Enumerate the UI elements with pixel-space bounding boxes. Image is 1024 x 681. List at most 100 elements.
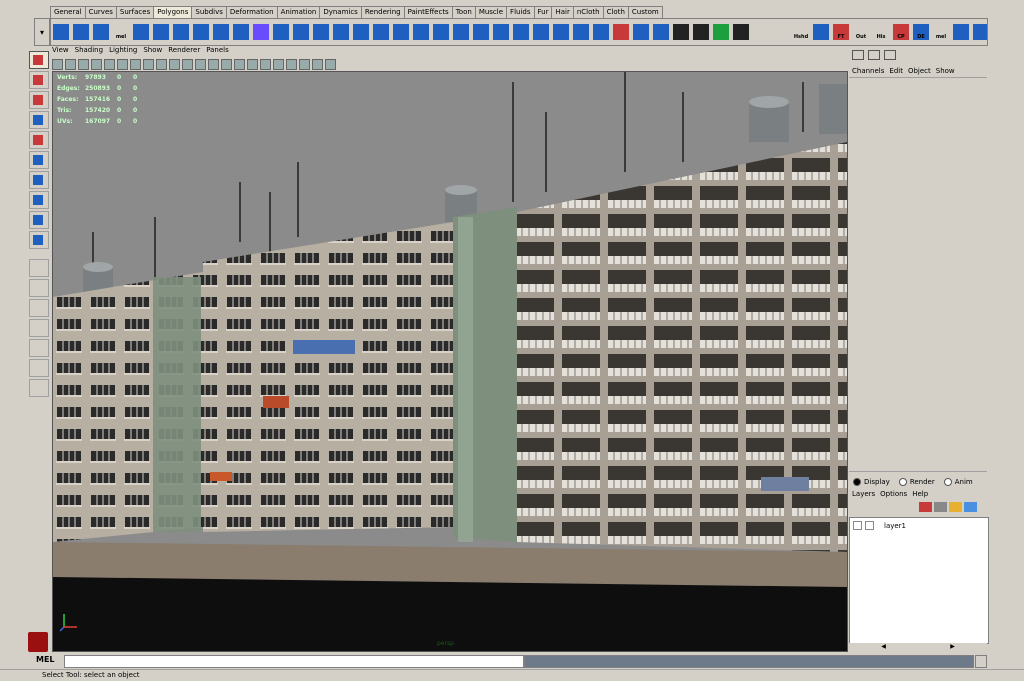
side-layout-icon[interactable]	[29, 299, 49, 317]
poly-cube-icon[interactable]	[73, 24, 89, 40]
poly-cylinder-icon[interactable]	[93, 24, 109, 40]
new-layer-icon[interactable]	[919, 502, 932, 512]
shelf-tab-polygons[interactable]: Polygons	[153, 6, 193, 18]
panel-tool-icon[interactable]	[260, 59, 271, 70]
ft-icon[interactable]: FT	[833, 24, 849, 40]
viewport-persp[interactable]: Verts: 97893 0 0 Edges: 250893 0 0 Faces: 157416 0…	[52, 71, 848, 652]
checker3-icon[interactable]	[713, 24, 729, 40]
insert-loop-icon[interactable]	[573, 24, 589, 40]
layer-type-box[interactable]	[865, 521, 874, 530]
layer-row[interactable]: layer1	[850, 521, 906, 530]
script-editor-button[interactable]	[975, 655, 987, 668]
bridge-icon[interactable]	[513, 24, 529, 40]
shelf-menu-button[interactable]: ▾	[34, 18, 50, 46]
append-icon[interactable]	[533, 24, 549, 40]
shelf-tab-cloth[interactable]: Cloth	[602, 6, 629, 18]
panel-tool-icon[interactable]	[169, 59, 180, 70]
show-manip-tool-icon[interactable]	[29, 211, 49, 229]
lasso-tool-icon[interactable]	[29, 71, 49, 89]
paint-layer-icon[interactable]	[949, 502, 962, 512]
panel-tool-icon[interactable]	[286, 59, 297, 70]
last-tool-icon[interactable]	[29, 231, 49, 249]
universal-manip-tool-icon[interactable]	[29, 171, 49, 189]
panel-tool-icon[interactable]	[195, 59, 206, 70]
soft-edge-icon[interactable]	[773, 24, 789, 40]
shelf-tab-fur[interactable]: Fur	[533, 6, 553, 18]
radio-display[interactable]	[853, 478, 861, 486]
panel-tool-icon[interactable]	[78, 59, 89, 70]
single-layout-icon[interactable]	[29, 259, 49, 277]
panel-tool-icon[interactable]	[156, 59, 167, 70]
panel-tool-icon[interactable]	[91, 59, 102, 70]
channel-menu-object[interactable]: Object	[908, 66, 931, 77]
layer-scrollbar[interactable]: ◀ ▶	[849, 643, 987, 652]
shelf-tab-rendering[interactable]: Rendering	[360, 6, 405, 18]
quadrangulate-icon[interactable]	[453, 24, 469, 40]
persp-hypershade-layout-icon[interactable]	[29, 359, 49, 377]
panel-tool-icon[interactable]	[52, 59, 63, 70]
checker2-icon[interactable]	[693, 24, 709, 40]
offset-loop-icon[interactable]	[593, 24, 609, 40]
poly-pipe-icon[interactable]	[193, 24, 209, 40]
channel-menu-edit[interactable]: Edit	[889, 66, 903, 77]
shelf-tab-hair[interactable]: Hair	[551, 6, 574, 18]
poly-plane-icon[interactable]	[173, 24, 189, 40]
panel-tool-icon[interactable]	[325, 59, 336, 70]
split-icon[interactable]	[553, 24, 569, 40]
panel-tool-icon[interactable]	[221, 59, 232, 70]
channel-menu-channels[interactable]: Channels	[852, 66, 884, 77]
rotate-tool-icon[interactable]	[29, 131, 49, 149]
radio-anim[interactable]	[943, 478, 952, 486]
mel2-icon[interactable]: mel	[933, 24, 949, 40]
layout-menu-icon[interactable]	[29, 379, 49, 397]
attr-editor-toggle-icon[interactable]	[868, 49, 880, 60]
layer-visibility-box[interactable]	[853, 521, 862, 530]
poly-soccer-icon[interactable]	[233, 24, 249, 40]
panel-tool-icon[interactable]	[273, 59, 284, 70]
shelf-tab-general[interactable]: General	[50, 6, 86, 18]
tool-settings-toggle-icon[interactable]	[884, 49, 896, 60]
boolean-icon[interactable]	[333, 24, 349, 40]
grid-icon[interactable]	[953, 24, 969, 40]
scroll-right-icon[interactable]: ▶	[950, 643, 955, 652]
lattice-icon[interactable]	[973, 24, 987, 40]
smooth-icon[interactable]	[353, 24, 369, 40]
mirror-icon[interactable]	[393, 24, 409, 40]
poly-helix-icon[interactable]	[213, 24, 229, 40]
panel-menu-lighting[interactable]: Lighting	[109, 45, 137, 56]
channel-menu-show[interactable]: Show	[936, 66, 955, 77]
channelbox-toggle-icon[interactable]	[852, 49, 864, 60]
separate-icon[interactable]	[293, 24, 309, 40]
scroll-left-icon[interactable]: ◀	[881, 643, 886, 652]
layer-menu-layers[interactable]: Layers	[852, 489, 875, 500]
command-input[interactable]	[64, 655, 524, 668]
collapse-icon[interactable]	[653, 24, 669, 40]
radio-render[interactable]	[898, 478, 907, 486]
poly-sphere-icon[interactable]	[53, 24, 69, 40]
his-icon[interactable]: His	[873, 24, 889, 40]
move-tool-icon[interactable]	[29, 111, 49, 129]
triangulate-icon[interactable]	[433, 24, 449, 40]
panel-tool-icon[interactable]	[104, 59, 115, 70]
panel-tool-icon[interactable]	[208, 59, 219, 70]
panel-tool-icon[interactable]	[130, 59, 141, 70]
poly-platonic-icon[interactable]	[253, 24, 269, 40]
panel-menu-show[interactable]: Show	[143, 45, 162, 56]
shelf-tab-toon[interactable]: Toon	[451, 6, 476, 18]
shelf-tab-custom[interactable]: Custom	[627, 6, 663, 18]
cmd-language-label[interactable]: MEL	[36, 655, 55, 664]
select-tool-icon[interactable]	[29, 51, 49, 69]
uv-icon[interactable]	[813, 24, 829, 40]
panel-tool-icon[interactable]	[65, 59, 76, 70]
shelf-tab-ncloth[interactable]: nCloth	[572, 6, 604, 18]
fill-hole-icon[interactable]	[413, 24, 429, 40]
layer-menu-options[interactable]: Options	[880, 489, 907, 500]
shelf-tab-muscle[interactable]: Muscle	[474, 6, 508, 18]
bevel-icon[interactable]	[473, 24, 489, 40]
extract-icon[interactable]	[313, 24, 329, 40]
merge-center-icon[interactable]	[633, 24, 649, 40]
panel-tool-icon[interactable]	[143, 59, 154, 70]
shelf-tab-subdivs[interactable]: Subdivs	[191, 6, 227, 18]
hard-edge-icon[interactable]	[753, 24, 769, 40]
panel-tool-icon[interactable]	[117, 59, 128, 70]
